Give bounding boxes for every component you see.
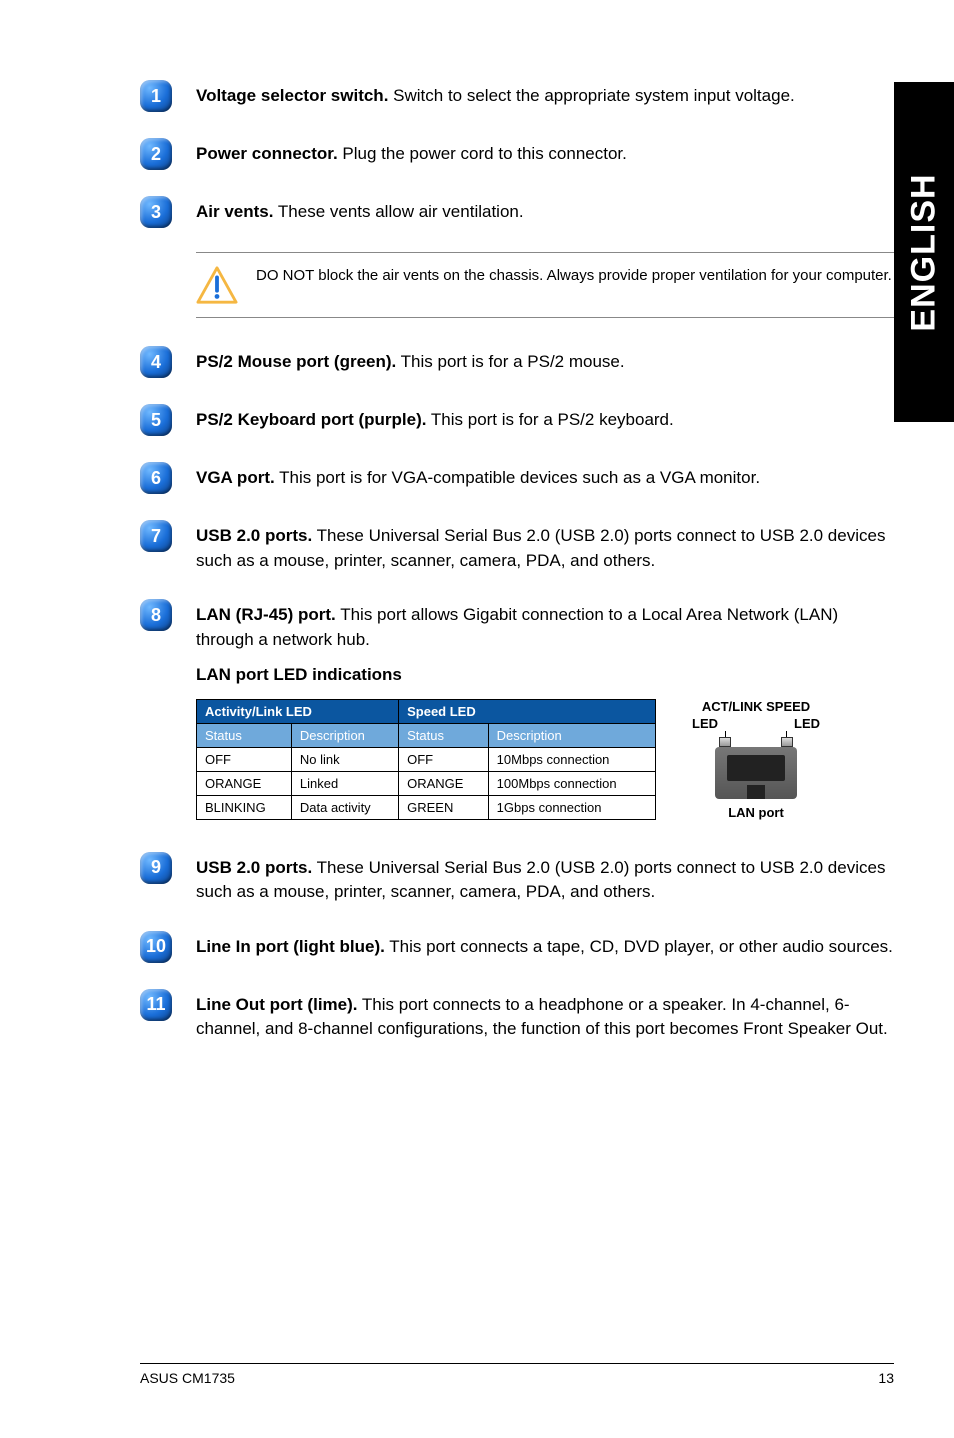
number-badge: 1 bbox=[140, 80, 172, 112]
item-text: Line In port (light blue). This port con… bbox=[196, 929, 894, 960]
list-item: 9 USB 2.0 ports. These Universal Serial … bbox=[140, 850, 894, 905]
list-item: 8 LAN (RJ-45) port. This port allows Gig… bbox=[140, 597, 894, 652]
list-item: 1 Voltage selector switch. Switch to sel… bbox=[140, 78, 894, 112]
table-row: BLINKING Data activity GREEN 1Gbps conne… bbox=[197, 795, 656, 819]
number-badge: 4 bbox=[140, 346, 172, 378]
lan-led-table: Activity/Link LED Speed LED Status Descr… bbox=[196, 699, 656, 820]
list-item: 4 PS/2 Mouse port (green). This port is … bbox=[140, 344, 894, 378]
number-badge: 6 bbox=[140, 462, 172, 494]
item-text: PS/2 Mouse port (green). This port is fo… bbox=[196, 344, 894, 375]
item-text: Power connector. Plug the power cord to … bbox=[196, 136, 894, 167]
number-badge: 7 bbox=[140, 520, 172, 552]
item-text: Voltage selector switch. Switch to selec… bbox=[196, 78, 894, 109]
page-footer: ASUS CM1735 13 bbox=[140, 1363, 894, 1386]
table-row: ORANGE Linked ORANGE 100Mbps connection bbox=[197, 771, 656, 795]
item-text: LAN (RJ-45) port. This port allows Gigab… bbox=[196, 597, 894, 652]
number-badge: 8 bbox=[140, 599, 172, 631]
list-item: 10 Line In port (light blue). This port … bbox=[140, 929, 894, 963]
list-item: 6 VGA port. This port is for VGA-compati… bbox=[140, 460, 894, 494]
number-badge: 3 bbox=[140, 196, 172, 228]
list-item: 5 PS/2 Keyboard port (purple). This port… bbox=[140, 402, 894, 436]
list-item: 2 Power connector. Plug the power cord t… bbox=[140, 136, 894, 170]
port-top-label: ACT/LINK SPEED bbox=[686, 699, 826, 714]
col-group-speed: Speed LED bbox=[399, 699, 656, 723]
table-row: OFF No link OFF 10Mbps connection bbox=[197, 747, 656, 771]
col-group-activity: Activity/Link LED bbox=[197, 699, 399, 723]
footer-page-number: 13 bbox=[878, 1370, 894, 1386]
list-item: 3 Air vents. These vents allow air venti… bbox=[140, 194, 894, 228]
led-label-right: LED bbox=[794, 716, 820, 731]
item-text: Line Out port (lime). This port connects… bbox=[196, 987, 894, 1042]
caution-note: DO NOT block the air vents on the chassi… bbox=[196, 252, 894, 318]
number-badge: 2 bbox=[140, 138, 172, 170]
language-tab-text: ENGLISH bbox=[905, 173, 944, 331]
port-caption: LAN port bbox=[686, 805, 826, 820]
number-badge: 5 bbox=[140, 404, 172, 436]
item-text: PS/2 Keyboard port (purple). This port i… bbox=[196, 402, 894, 433]
caution-text: DO NOT block the air vents on the chassi… bbox=[256, 265, 892, 286]
item-text: Air vents. These vents allow air ventila… bbox=[196, 194, 894, 225]
number-badge: 11 bbox=[140, 989, 172, 1021]
table-header-row: Activity/Link LED Speed LED bbox=[197, 699, 656, 723]
item-text: USB 2.0 ports. These Universal Serial Bu… bbox=[196, 518, 894, 573]
number-badge: 10 bbox=[140, 931, 172, 963]
item-text: USB 2.0 ports. These Universal Serial Bu… bbox=[196, 850, 894, 905]
footer-model: ASUS CM1735 bbox=[140, 1370, 235, 1386]
lan-led-heading: LAN port LED indications bbox=[196, 665, 894, 685]
rj45-icon bbox=[711, 735, 801, 799]
number-badge: 9 bbox=[140, 852, 172, 884]
item-text: VGA port. This port is for VGA-compatibl… bbox=[196, 460, 894, 491]
table-subheader-row: Status Description Status Description bbox=[197, 723, 656, 747]
list-item: 11 Line Out port (lime). This port conne… bbox=[140, 987, 894, 1042]
led-label-left: LED bbox=[692, 716, 718, 731]
language-tab: ENGLISH bbox=[894, 82, 954, 422]
list-item: 7 USB 2.0 ports. These Universal Serial … bbox=[140, 518, 894, 573]
warning-icon bbox=[196, 265, 238, 305]
lan-port-figure: ACT/LINK SPEED LED LED LAN port bbox=[686, 699, 826, 820]
